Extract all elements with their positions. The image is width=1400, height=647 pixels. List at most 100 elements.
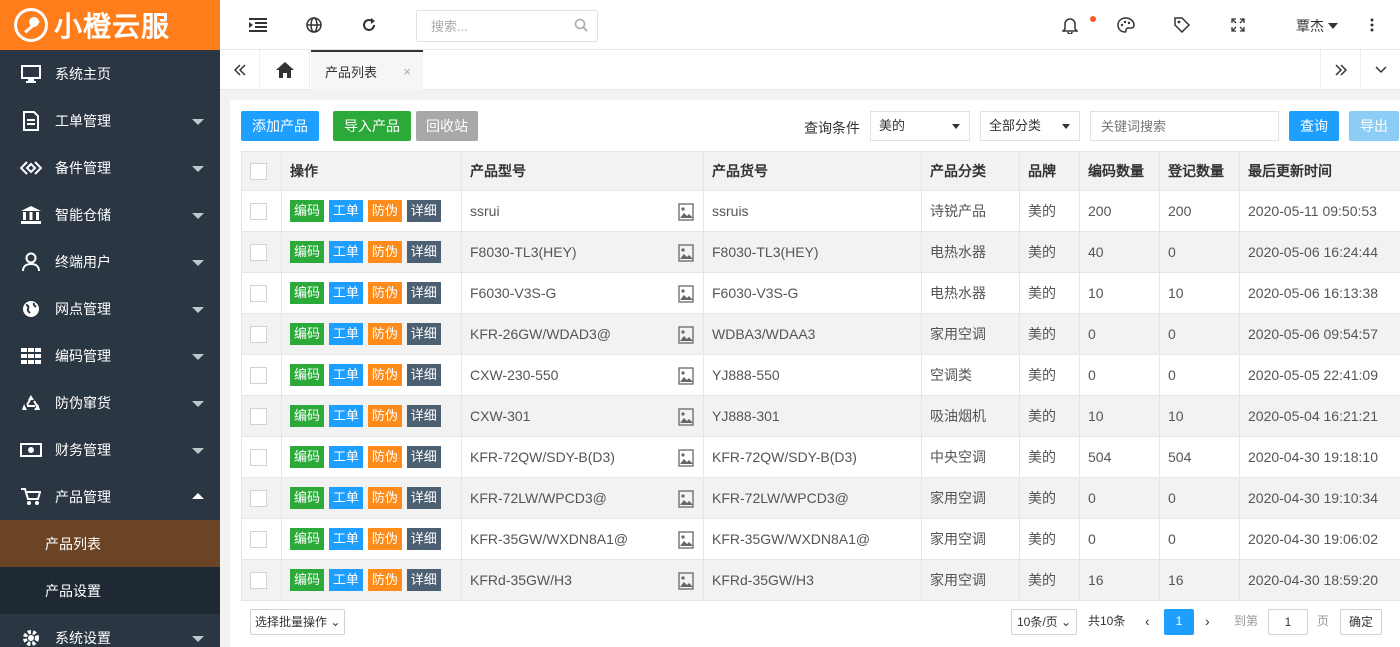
code-button[interactable]: 编码 <box>290 569 325 591</box>
detail-button[interactable]: 详细 <box>406 446 441 468</box>
sidebar-item-parts[interactable]: 备件管理 <box>0 144 220 191</box>
workorder-button[interactable]: 工单 <box>328 487 363 509</box>
code-button[interactable]: 编码 <box>290 364 325 386</box>
keyword-search-input[interactable] <box>1090 111 1279 141</box>
workorder-button[interactable]: 工单 <box>328 323 363 345</box>
image-icon[interactable] <box>678 572 694 590</box>
add-product-button[interactable]: 添加产品 <box>241 111 319 141</box>
workorder-button[interactable]: 工单 <box>328 569 363 591</box>
tabs-scroll-left-icon[interactable] <box>220 50 260 90</box>
brand-logo[interactable]: 小橙云服 <box>0 0 220 50</box>
globe-icon[interactable] <box>304 15 324 35</box>
prev-page-icon[interactable]: ‹ <box>1145 609 1150 635</box>
sidebar-subitem-product-list[interactable]: 产品列表 <box>0 520 220 567</box>
image-icon[interactable] <box>678 367 694 385</box>
detail-button[interactable]: 详细 <box>406 528 441 550</box>
home-tab[interactable] <box>260 50 310 90</box>
goto-confirm-button[interactable]: 确定 <box>1340 609 1383 635</box>
anticounterfeit-button[interactable]: 防伪 <box>367 200 402 222</box>
row-checkbox[interactable] <box>250 571 267 589</box>
row-checkbox[interactable] <box>250 530 267 548</box>
detail-button[interactable]: 详细 <box>406 323 441 345</box>
anticounterfeit-button[interactable]: 防伪 <box>367 241 402 263</box>
select-all-checkbox[interactable] <box>250 162 267 180</box>
recycle-bin-button[interactable]: 回收站 <box>416 111 478 141</box>
image-icon[interactable] <box>678 408 694 426</box>
workorder-button[interactable]: 工单 <box>328 282 363 304</box>
row-checkbox[interactable] <box>250 407 267 425</box>
anticounterfeit-button[interactable]: 防伪 <box>367 364 402 386</box>
anticounterfeit-button[interactable]: 防伪 <box>367 282 402 304</box>
sidebar-item-system-settings[interactable]: 系统设置 <box>0 614 220 647</box>
code-button[interactable]: 编码 <box>290 405 325 427</box>
query-button[interactable]: 查询 <box>1289 111 1339 141</box>
detail-button[interactable]: 详细 <box>406 200 441 222</box>
image-icon[interactable] <box>678 490 694 508</box>
goto-page-input[interactable]: 1 <box>1268 609 1308 635</box>
image-icon[interactable] <box>678 326 694 344</box>
code-button[interactable]: 编码 <box>290 200 325 222</box>
workorder-button[interactable]: 工单 <box>328 200 363 222</box>
row-checkbox[interactable] <box>250 284 267 302</box>
image-icon[interactable] <box>678 531 694 549</box>
close-icon[interactable]: × <box>403 64 411 79</box>
sidebar-item-warehouse[interactable]: 智能仓储 <box>0 191 220 238</box>
row-checkbox[interactable] <box>250 325 267 343</box>
workorder-button[interactable]: 工单 <box>328 405 363 427</box>
sidebar-subitem-product-settings[interactable]: 产品设置 <box>0 567 220 614</box>
sidebar-item-products[interactable]: 产品管理 <box>0 473 220 520</box>
tag-icon[interactable] <box>1172 15 1192 35</box>
next-page-icon[interactable]: › <box>1205 609 1210 635</box>
more-vertical-icon[interactable] <box>1362 15 1382 35</box>
refresh-icon[interactable] <box>359 15 379 35</box>
detail-button[interactable]: 详细 <box>406 364 441 386</box>
import-product-button[interactable]: 导入产品 <box>333 111 411 141</box>
batch-action-select[interactable]: 选择批量操作 ⌄ <box>250 609 346 635</box>
anticounterfeit-button[interactable]: 防伪 <box>367 323 402 345</box>
category-select[interactable]: 全部分类 <box>980 111 1080 141</box>
anticounterfeit-button[interactable]: 防伪 <box>367 528 402 550</box>
code-button[interactable]: 编码 <box>290 446 325 468</box>
sidebar-item-codes[interactable]: 编码管理 <box>0 332 220 379</box>
anticounterfeit-button[interactable]: 防伪 <box>367 446 402 468</box>
code-button[interactable]: 编码 <box>290 282 325 304</box>
workorder-button[interactable]: 工单 <box>328 446 363 468</box>
anticounterfeit-button[interactable]: 防伪 <box>367 487 402 509</box>
sidebar-item-anticounterfeit[interactable]: 防伪窜货 <box>0 379 220 426</box>
current-page-button[interactable]: 1 <box>1164 609 1194 635</box>
sidebar-item-workorder[interactable]: 工单管理 <box>0 97 220 144</box>
page-size-select[interactable]: 10条/页 ⌄ <box>1011 609 1078 635</box>
detail-button[interactable]: 详细 <box>406 487 441 509</box>
code-button[interactable]: 编码 <box>290 323 325 345</box>
sidebar-item-endusers[interactable]: 终端用户 <box>0 238 220 285</box>
bell-icon[interactable] <box>1060 15 1080 35</box>
row-checkbox[interactable] <box>250 243 267 261</box>
detail-button[interactable]: 详细 <box>406 405 441 427</box>
detail-button[interactable]: 详细 <box>406 569 441 591</box>
image-icon[interactable] <box>678 203 694 221</box>
workorder-button[interactable]: 工单 <box>328 528 363 550</box>
export-button[interactable]: 导出 <box>1349 111 1399 141</box>
sidebar-item-finance[interactable]: 财务管理 <box>0 426 220 473</box>
code-button[interactable]: 编码 <box>290 487 325 509</box>
row-checkbox[interactable] <box>250 366 267 384</box>
sidebar-item-outlets[interactable]: 网点管理 <box>0 285 220 332</box>
theme-palette-icon[interactable] <box>1116 15 1136 35</box>
menu-collapse-icon[interactable] <box>248 15 268 35</box>
tab-product-list[interactable]: 产品列表 × <box>311 50 423 90</box>
tabs-menu-chevron-down-icon[interactable] <box>1360 50 1400 90</box>
anticounterfeit-button[interactable]: 防伪 <box>367 569 402 591</box>
row-checkbox[interactable] <box>250 202 267 220</box>
row-checkbox[interactable] <box>250 448 267 466</box>
workorder-button[interactable]: 工单 <box>328 364 363 386</box>
search-input[interactable] <box>416 10 598 42</box>
brand-select[interactable]: 美的 <box>870 111 970 141</box>
code-button[interactable]: 编码 <box>290 241 325 263</box>
image-icon[interactable] <box>678 244 694 262</box>
tabs-scroll-right-icon[interactable] <box>1320 50 1360 90</box>
image-icon[interactable] <box>678 449 694 467</box>
detail-button[interactable]: 详细 <box>406 282 441 304</box>
detail-button[interactable]: 详细 <box>406 241 441 263</box>
image-icon[interactable] <box>678 285 694 303</box>
sidebar-item-home[interactable]: 系统主页 <box>0 50 220 97</box>
